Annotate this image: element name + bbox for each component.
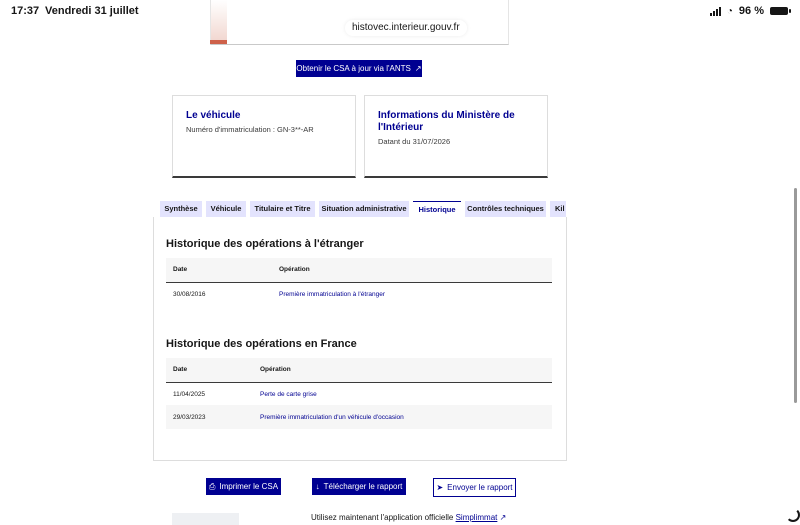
- ministry-card-title: Informations du Ministère de l'Intérieur: [378, 110, 515, 134]
- france-table-header: Date Opération: [166, 358, 552, 383]
- battery-percent: 96 %: [738, 5, 764, 17]
- status-indicators: ◔ 96 %: [709, 5, 791, 17]
- row-date: 11/04/2025: [173, 391, 206, 398]
- row-operation: Première immatriculation d'un véhicule d…: [260, 414, 404, 421]
- table-row: 11/04/2025 Perte de carte grise: [166, 382, 552, 406]
- signal-icon: [709, 6, 721, 16]
- status-date: Vendredi 31 juillet: [45, 5, 139, 17]
- table-row: 29/03/2023 Première immatriculation d'un…: [166, 405, 552, 429]
- row-date: 29/03/2023: [173, 414, 206, 421]
- tab-synthese[interactable]: Synthèse: [160, 201, 202, 217]
- tab-bar: Synthèse Véhicule Titulaire et Titre Sit…: [160, 201, 566, 217]
- vehicle-card[interactable]: Le véhicule Numéro d'immatriculation : G…: [172, 95, 356, 178]
- loading-spinner-icon: [786, 508, 800, 522]
- ants-csa-button[interactable]: Obtenir le CSA à jour via l'ANTS ↗: [296, 60, 422, 77]
- foreign-table-header: Date Opération: [166, 258, 552, 283]
- france-col-operation: Opération: [260, 366, 291, 373]
- send-icon: ➤: [436, 483, 444, 492]
- download-label: Télécharger le rapport: [323, 482, 403, 491]
- download-report-button[interactable]: ↓ Télécharger le rapport: [312, 478, 406, 495]
- tab-situation[interactable]: Situation administrative: [319, 201, 409, 217]
- footer-promo: Utilisez maintenant l'application offici…: [311, 513, 506, 522]
- tab-titulaire[interactable]: Titulaire et Titre: [250, 201, 315, 217]
- tab-kilometrage[interactable]: Kil: [550, 201, 566, 217]
- foreign-col-date: Date: [173, 266, 188, 273]
- vehicle-card-title: Le véhicule: [186, 110, 241, 121]
- foreign-col-operation: Opération: [279, 266, 310, 273]
- external-link-icon: ↗: [499, 513, 507, 522]
- download-icon: ↓: [315, 482, 320, 491]
- top-card-accent: [210, 40, 227, 44]
- row-operation: Perte de carte grise: [260, 391, 317, 398]
- ants-button-label: Obtenir le CSA à jour via l'ANTS: [296, 64, 411, 73]
- send-label: Envoyer le rapport: [447, 483, 513, 492]
- table-row: 30/08/2016 Première immatriculation à l'…: [166, 282, 552, 306]
- vehicle-card-desc: Numéro d'immatriculation : GN-3**-AR: [186, 125, 314, 134]
- print-csa-button[interactable]: ⎙ Imprimer le CSA: [206, 478, 281, 495]
- status-time: 17:37: [11, 5, 40, 17]
- ministry-card-desc: Datant du 31/07/2026: [378, 137, 451, 146]
- scrollbar[interactable]: [794, 188, 797, 403]
- wifi-icon: ◔: [726, 5, 733, 17]
- tab-vehicule[interactable]: Véhicule: [206, 201, 246, 217]
- ministry-title-line1: Informations du Ministère de: [378, 110, 515, 121]
- external-link-icon: ↗: [414, 64, 422, 73]
- battery-icon: [770, 7, 791, 15]
- row-date: 30/08/2016: [173, 291, 206, 298]
- france-history-title: Historique des opérations en France: [166, 338, 357, 350]
- france-col-date: Date: [173, 366, 188, 373]
- tab-controles[interactable]: Contrôles techniques: [465, 201, 546, 217]
- print-icon: ⎙: [208, 481, 216, 491]
- ministry-card[interactable]: Informations du Ministère de l'Intérieur…: [364, 95, 548, 178]
- row-operation: Première immatriculation à l'étranger: [279, 291, 386, 298]
- ministry-title-line2: l'Intérieur: [378, 122, 424, 133]
- footer-text: Utilisez maintenant l'application offici…: [311, 513, 454, 522]
- print-label: Imprimer le CSA: [219, 482, 279, 491]
- send-report-button[interactable]: ➤ Envoyer le rapport: [433, 478, 516, 497]
- foreign-history-title: Historique des opérations à l'étranger: [166, 238, 364, 250]
- simplimmat-link[interactable]: Simplimmat: [456, 513, 498, 522]
- car-illustration: [172, 513, 239, 525]
- top-card: [210, 0, 509, 45]
- tab-historique[interactable]: Historique: [413, 201, 461, 217]
